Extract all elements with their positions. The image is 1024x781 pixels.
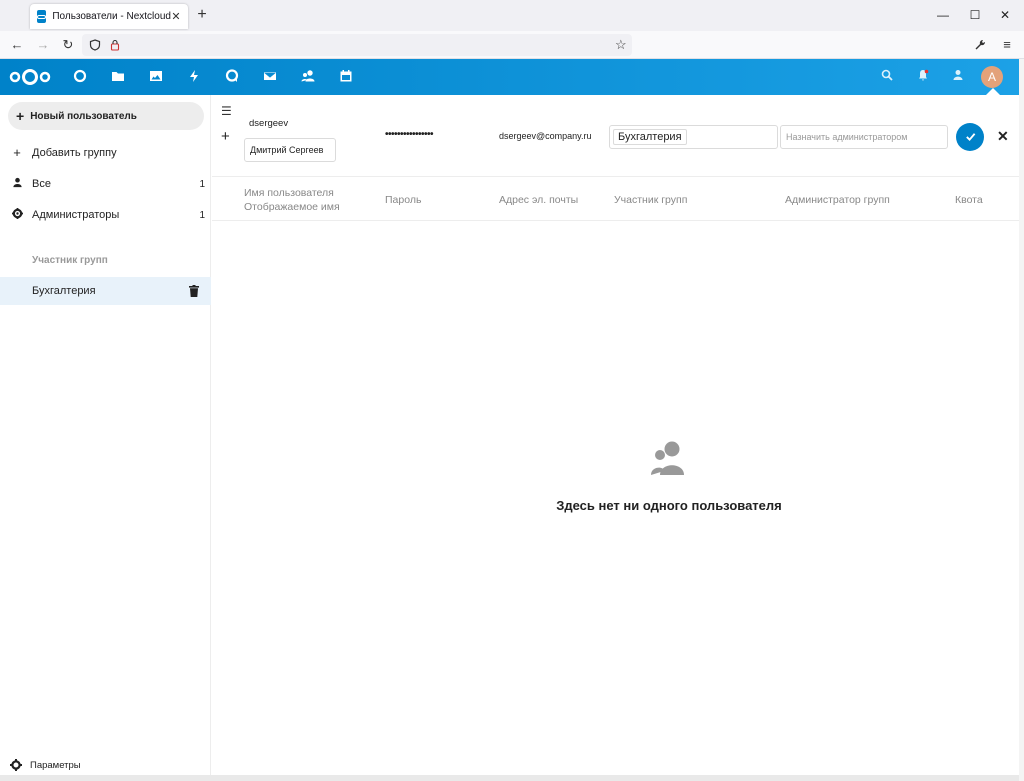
gear-icon <box>10 759 22 771</box>
new-user-button[interactable]: + Новый пользователь <box>8 102 204 130</box>
display-name-field[interactable]: Дмитрий Сергеев <box>244 138 336 162</box>
users-table-header: Имя пользователя Отображаемое имя Пароль… <box>212 178 1019 221</box>
groups-select[interactable]: Бухгалтерия <box>609 125 778 149</box>
sidebar-item-admins[interactable]: Администраторы 1 <box>0 201 211 229</box>
admin-gear-icon <box>10 208 24 222</box>
nextcloud-favicon-icon <box>37 10 47 23</box>
group-admin-select[interactable]: Назначить администратором <box>780 125 948 149</box>
url-bar[interactable]: ☆ <box>82 34 632 56</box>
activity-icon[interactable] <box>186 69 202 85</box>
horizontal-scrollbar[interactable] <box>0 775 1019 781</box>
back-icon[interactable]: ← <box>9 37 25 53</box>
column-email: Адрес эл. почты <box>499 194 579 206</box>
browser-tab[interactable]: Пользователи - Nextcloud ✕ <box>30 4 188 29</box>
app-navigation: + Новый пользователь + Добавить группу В… <box>0 95 211 775</box>
bookmark-star-icon[interactable]: ☆ <box>615 37 627 53</box>
user-icon <box>10 177 24 191</box>
sidebar-item-label: Все <box>32 178 51 190</box>
menu-icon[interactable]: ≡ <box>999 37 1015 53</box>
browser-navbar: ← → ↻ ☆ ≡ <box>0 31 1024 59</box>
settings-label: Параметры <box>30 759 81 771</box>
contacts-menu-icon[interactable] <box>950 69 966 85</box>
new-user-label: Новый пользователь <box>30 110 137 122</box>
column-groups: Участник групп <box>614 194 688 206</box>
forward-icon[interactable]: → <box>35 37 51 53</box>
wrench-icon[interactable] <box>974 39 986 51</box>
lock-warning-icon[interactable] <box>109 39 121 51</box>
column-display-name: Отображаемое имя <box>244 201 340 213</box>
avatar-menu-caret <box>986 88 1000 95</box>
talk-icon[interactable] <box>224 69 240 85</box>
minimize-icon[interactable]: — <box>936 8 950 22</box>
sidebar-item-group-accounting[interactable]: Бухгалтерия <box>0 277 211 305</box>
column-quota: Квота <box>955 194 983 206</box>
sidebar-item-label: Бухгалтерия <box>32 285 96 297</box>
group-tag[interactable]: Бухгалтерия <box>613 129 687 145</box>
confirm-button[interactable] <box>956 123 984 151</box>
mail-icon[interactable] <box>262 69 278 85</box>
search-icon[interactable] <box>879 69 895 85</box>
files-icon[interactable] <box>110 69 126 85</box>
trash-icon[interactable] <box>189 285 201 297</box>
dashboard-icon[interactable] <box>72 69 88 85</box>
tab-close-icon[interactable]: ✕ <box>171 10 181 23</box>
hamburger-icon[interactable]: ☰ <box>221 104 232 118</box>
count-badge: 1 <box>199 178 205 190</box>
email-field[interactable]: dsergeev@company.ru <box>499 131 592 141</box>
checkmark-icon <box>965 133 975 142</box>
browser-tab-strip: Пользователи - Nextcloud ✕ + — ☐ ✕ <box>0 0 1024 31</box>
plus-icon: + <box>16 108 25 124</box>
new-user-row: ☰ + dsergeev Дмитрий Сергеев •••••••••••… <box>212 95 1019 177</box>
nextcloud-logo-icon[interactable] <box>9 68 51 86</box>
calendar-icon[interactable] <box>338 69 354 85</box>
username-field[interactable]: dsergeev <box>249 118 288 129</box>
close-icon[interactable]: ✕ <box>997 128 1009 145</box>
contacts-icon[interactable] <box>300 69 316 85</box>
add-group-item[interactable]: + Добавить группу <box>0 139 211 167</box>
sidebar-item-all[interactable]: Все 1 <box>0 170 211 198</box>
column-username: Имя пользователя <box>244 187 334 199</box>
plus-icon: + <box>221 128 230 145</box>
password-field[interactable]: •••••••••••••••• <box>385 129 434 140</box>
column-password: Пароль <box>385 194 422 206</box>
nextcloud-header: A <box>0 59 1019 95</box>
sidebar-item-label: Администраторы <box>32 209 120 221</box>
column-group-admin: Администратор групп <box>785 194 890 206</box>
groups-caption: Участник групп <box>32 255 108 266</box>
settings-button[interactable]: Параметры <box>10 759 81 771</box>
tab-title: Пользователи - Nextcloud <box>52 11 171 22</box>
vertical-scrollbar[interactable] <box>1019 59 1024 781</box>
shield-icon <box>89 39 101 51</box>
add-group-label: Добавить группу <box>32 147 117 159</box>
empty-state-message: Здесь нет ни одного пользователя <box>556 498 782 513</box>
plus-icon: + <box>13 145 21 160</box>
new-tab-button[interactable]: + <box>194 6 210 24</box>
photos-icon[interactable] <box>148 69 164 85</box>
count-badge: 1 <box>199 209 205 221</box>
app-content: ☰ + dsergeev Дмитрий Сергеев •••••••••••… <box>212 95 1019 775</box>
reload-icon[interactable]: ↻ <box>60 37 76 53</box>
users-icon <box>648 438 688 478</box>
maximize-icon[interactable]: ☐ <box>968 8 982 22</box>
user-avatar[interactable]: A <box>981 66 1003 88</box>
notifications-icon[interactable] <box>915 69 931 85</box>
close-window-icon[interactable]: ✕ <box>998 8 1012 22</box>
